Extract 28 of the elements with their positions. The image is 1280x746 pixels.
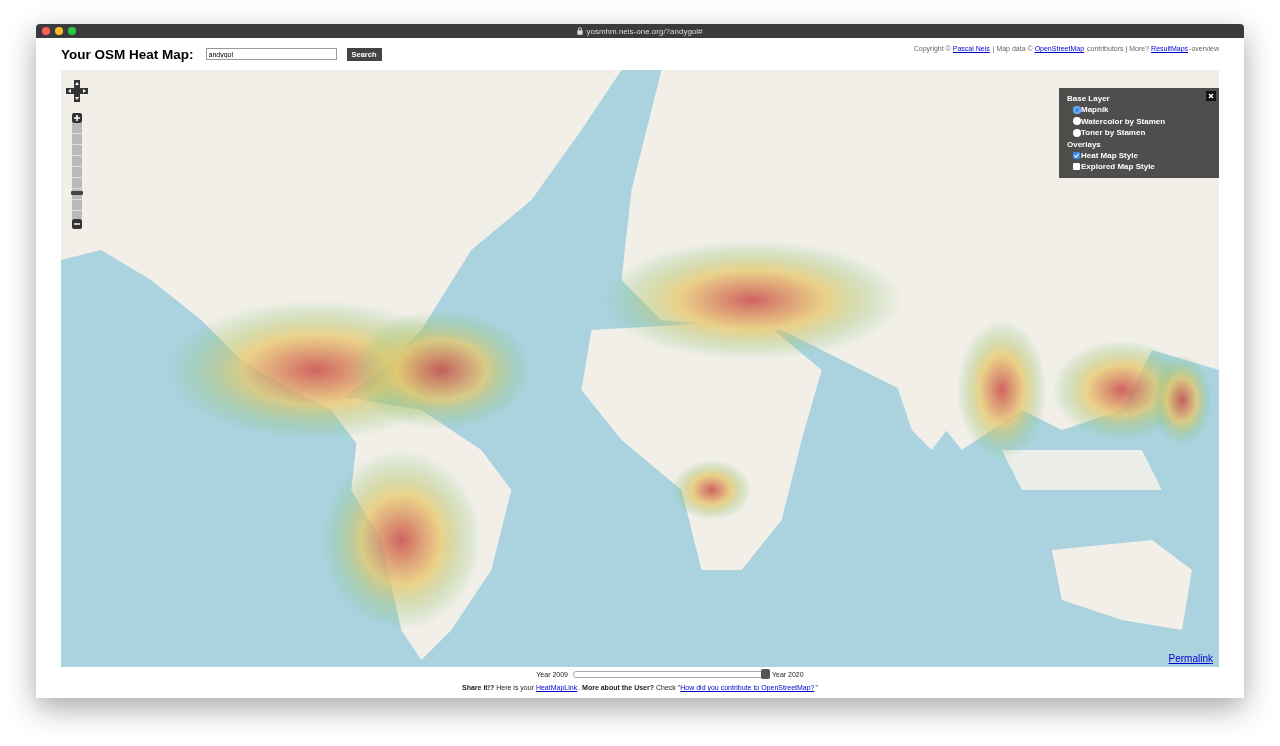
checkbox[interactable] — [1073, 151, 1080, 159]
address-text[interactable]: yosmhm.neis-one.org/?andygol# — [586, 26, 703, 36]
close-window-button[interactable] — [42, 27, 50, 35]
minimize-window-button[interactable] — [55, 27, 63, 35]
close-icon[interactable] — [1206, 91, 1216, 101]
zoom-slider-thumb[interactable] — [71, 191, 83, 196]
year-slider[interactable] — [573, 671, 767, 678]
maximize-window-button[interactable] — [68, 27, 76, 35]
zoom-out-icon[interactable] — [72, 219, 82, 229]
page-title: Your OSM Heat Map: — [61, 46, 194, 62]
checkbox[interactable] — [1073, 163, 1080, 171]
layer-option[interactable]: Explored Map Style — [1081, 161, 1155, 173]
radio-button[interactable] — [1073, 105, 1081, 114]
layer-option[interactable]: Toner by Stamen — [1081, 127, 1146, 139]
zoom-slider[interactable] — [72, 123, 82, 219]
layer-option[interactable]: Mapnik — [1081, 104, 1109, 116]
radio-button[interactable] — [1073, 128, 1081, 137]
layer-option[interactable]: Watercolor by Stamen — [1081, 115, 1166, 127]
permalink-link[interactable]: Permalink — [1168, 653, 1213, 664]
zoom-in-icon[interactable] — [72, 113, 82, 123]
check-icon — [1073, 151, 1080, 159]
year-slider-thumb[interactable] — [761, 669, 770, 679]
layer-option[interactable]: Heat Map Style — [1081, 149, 1138, 161]
layer-group-title: Base Layer — [1067, 94, 1111, 103]
radio-button[interactable] — [1073, 117, 1081, 126]
pan-control-icon[interactable] — [66, 80, 88, 102]
lock-icon — [577, 27, 584, 35]
layer-group-title: Overlays — [1067, 139, 1102, 149]
